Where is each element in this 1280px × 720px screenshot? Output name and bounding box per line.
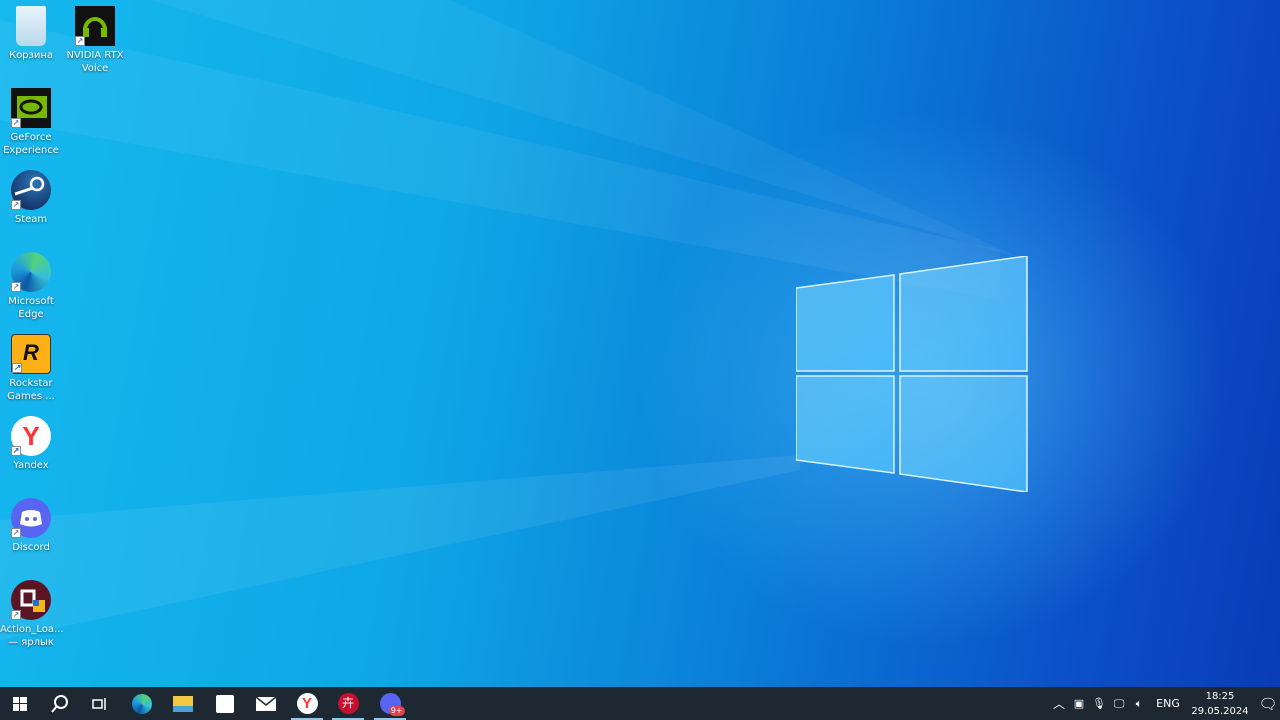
task-view-icon xyxy=(92,697,106,710)
camera-icon[interactable]: ▣ xyxy=(1069,697,1089,710)
geforce-experience-icon: ↗ xyxy=(11,88,51,128)
taskbar-yandex[interactable]: Y xyxy=(287,687,327,720)
search-button[interactable] xyxy=(40,687,80,720)
desktop-icon-label: Action_Loa... — ярлык xyxy=(0,624,64,648)
action-center-icon[interactable]: 🗨︎ xyxy=(1253,695,1280,713)
desktop-icon-label: Steam xyxy=(14,214,48,225)
desktop-icon-label: NVIDIA RTX Voice xyxy=(66,50,124,74)
show-hidden-icons-chevron-icon[interactable]: ︿ xyxy=(1049,695,1069,712)
start-button[interactable] xyxy=(0,687,40,720)
action-loader-icon: ↗ xyxy=(11,580,51,620)
language-indicator[interactable]: ENG xyxy=(1149,697,1187,710)
windows-icon xyxy=(13,696,27,711)
taskbar-edge[interactable] xyxy=(122,687,162,720)
clock-time: 18:25 xyxy=(1205,690,1235,702)
desktop-icon-recycle-bin[interactable]: Корзина xyxy=(0,6,62,62)
folder-icon xyxy=(173,695,193,712)
taskbar-mail[interactable] xyxy=(246,687,286,720)
desktop-icon-action-loader[interactable]: ↗ Action_Loa... — ярлык xyxy=(0,580,64,649)
search-icon xyxy=(51,694,68,713)
network-icon[interactable]: 🖵︎ xyxy=(1109,697,1129,711)
desktop-icon-geforce-experience[interactable]: ↗ GeForce Experience xyxy=(0,88,62,157)
yandex-icon: Y xyxy=(296,693,318,714)
recycle-bin-icon xyxy=(16,6,46,46)
taskbar: Y 卉 9+ ︿ ▣ 🎙︎ 🖵︎ 🔈︎ ENG 18:25 29.05.2024… xyxy=(0,687,1280,720)
taskbar-app-red[interactable]: 卉 xyxy=(328,687,368,720)
desktop-icon-label: Rockstar Games ... xyxy=(7,378,55,402)
task-view-button[interactable] xyxy=(80,687,120,720)
desktop-icon-label: Yandex xyxy=(13,460,49,471)
taskbar-file-explorer[interactable] xyxy=(163,687,203,720)
taskbar-discord[interactable]: 9+ xyxy=(370,687,410,720)
desktop-icon-rockstar-games[interactable]: R ↗ Rockstar Games ... xyxy=(0,334,62,403)
red-app-icon: 卉 xyxy=(337,693,359,714)
system-tray: ︿ ▣ 🎙︎ 🖵︎ 🔈︎ ENG 18:25 29.05.2024 🗨︎ xyxy=(1049,687,1280,720)
nvidia-rtx-voice-icon: ↗ xyxy=(75,6,115,46)
store-icon xyxy=(216,694,234,713)
rockstar-icon: R ↗ xyxy=(11,334,51,374)
volume-icon[interactable]: 🔈︎ xyxy=(1129,697,1149,711)
steam-icon: ↗ xyxy=(11,170,51,210)
discord-icon: 9+ xyxy=(379,693,405,716)
desktop-icon-nvidia-rtx-voice[interactable]: ↗ NVIDIA RTX Voice xyxy=(64,6,126,75)
microphone-icon[interactable]: 🎙︎ xyxy=(1089,697,1109,710)
yandex-icon: Y ↗ xyxy=(11,416,51,456)
edge-icon: ↗ xyxy=(11,252,51,292)
windows-logo-wallpaper xyxy=(796,256,1028,492)
taskbar-microsoft-store[interactable] xyxy=(205,687,245,720)
mail-icon xyxy=(256,696,276,711)
desktop-icon-discord[interactable]: ↗ Discord xyxy=(0,498,62,554)
clock-date: 29.05.2024 xyxy=(1191,705,1249,717)
desktop-icon-label: Microsoft Edge xyxy=(8,296,54,320)
desktop-icon-yandex[interactable]: Y ↗ Yandex xyxy=(0,416,62,472)
desktop-icon-steam[interactable]: ↗ Steam xyxy=(0,170,62,226)
notification-badge: 9+ xyxy=(388,706,405,716)
desktop-icon-label: Корзина xyxy=(8,50,54,61)
desktop-icon-label: Discord xyxy=(12,542,50,553)
desktop-icon-label: GeForce Experience xyxy=(3,132,59,156)
edge-icon xyxy=(132,693,152,714)
discord-icon: ↗ xyxy=(11,498,51,538)
desktop-icon-microsoft-edge[interactable]: ↗ Microsoft Edge xyxy=(0,252,62,321)
wallpaper-light-beams xyxy=(0,0,1020,640)
clock[interactable]: 18:25 29.05.2024 xyxy=(1187,689,1253,719)
